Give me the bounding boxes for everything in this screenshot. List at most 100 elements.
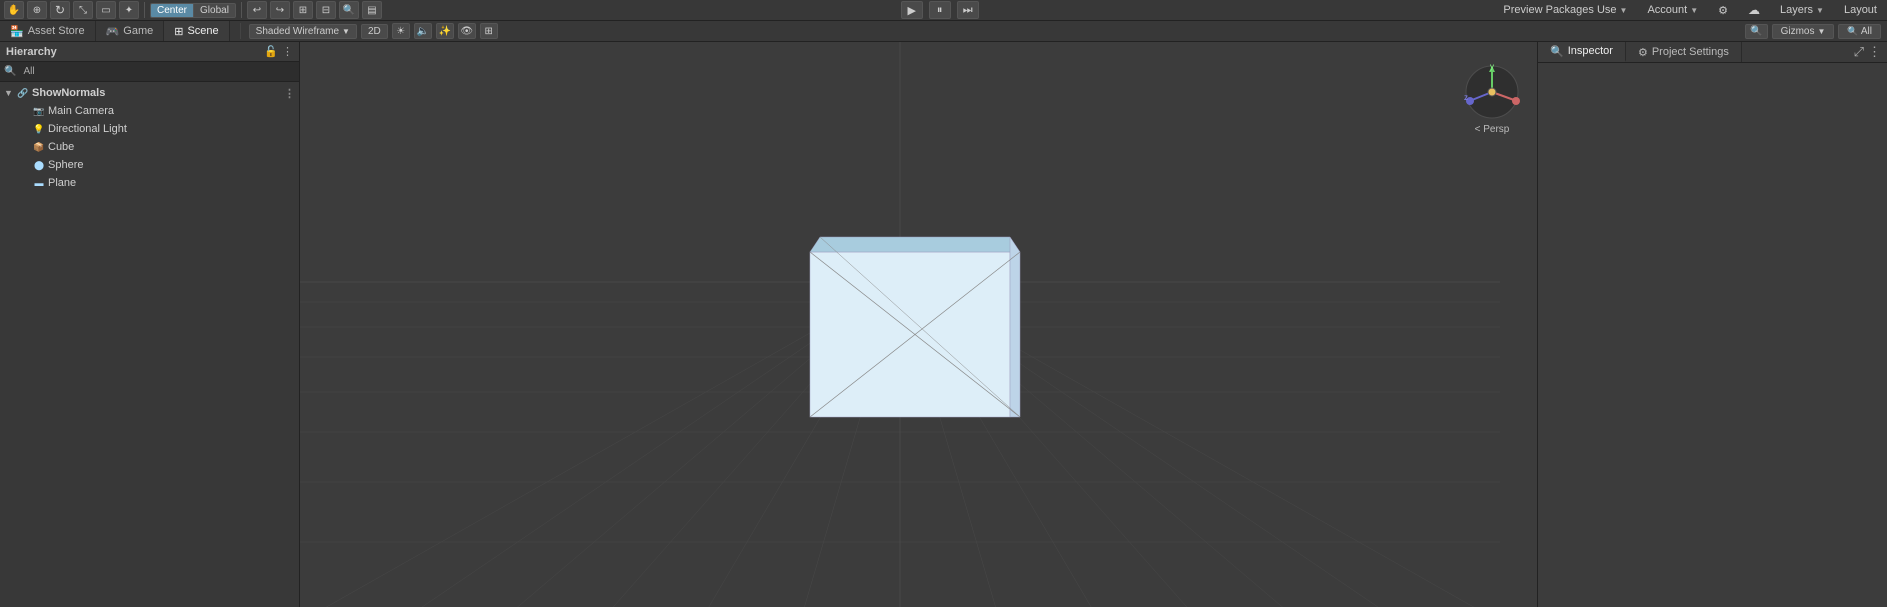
undo-icon: ↩	[253, 5, 261, 16]
layout-btn[interactable]: Layout	[1838, 2, 1883, 18]
rotate-tool-btn[interactable]: ↻	[50, 1, 70, 19]
shading-dropdown[interactable]: Shaded Wireframe ▼	[249, 24, 357, 39]
shading-label: Shaded Wireframe	[256, 26, 339, 37]
separator-1	[144, 2, 145, 18]
gizmos-btn[interactable]: Gizmos ▼	[1772, 24, 1835, 39]
scene-search-icon: 🔍	[1750, 26, 1762, 37]
hierarchy-lock-icon[interactable]: 🔓	[264, 45, 278, 58]
step-btn[interactable]: ⏭	[957, 1, 979, 19]
light-icon: ☀	[396, 26, 405, 37]
toolbar-right: Preview Packages Use ▼ Account ▼ ⚙ ☁ Lay…	[1497, 1, 1883, 19]
scene-fx-btn[interactable]: ✨	[436, 23, 454, 39]
all-btn[interactable]: 🔍 All	[1838, 24, 1881, 39]
gizmo-persp-label: < Persp	[1475, 124, 1510, 135]
scene-gizmo[interactable]: y z < Persp	[1457, 62, 1527, 142]
global-btn[interactable]: Global	[194, 4, 235, 17]
extra-tool-1[interactable]: ⊞	[293, 1, 313, 19]
hierarchy-title: Hierarchy	[6, 46, 57, 58]
hierarchy-more-icon[interactable]: ⋮	[282, 45, 293, 58]
transform-tool-btn[interactable]: ✦	[119, 1, 139, 19]
hierarchy-item-sphere[interactable]: ▶ ⬤ Sphere	[0, 156, 299, 174]
scene-toolbar-right: 🔍 Gizmos ▼ 🔍 All	[1745, 21, 1887, 41]
search-tool-btn[interactable]: 🔍	[339, 1, 359, 19]
extra-tool-2[interactable]: ⊟	[316, 1, 336, 19]
scene-hide-btn[interactable]: 👁	[458, 23, 476, 39]
hierarchy-header-icons: 🔓 ⋮	[264, 45, 293, 58]
tab-project-settings[interactable]: ⚙ Project Settings	[1626, 42, 1742, 62]
rp-more-icon[interactable]: ⋮	[1868, 44, 1881, 60]
center-btn[interactable]: Center	[151, 4, 194, 17]
rp-maximize-icon[interactable]: ⤢	[1854, 44, 1864, 60]
cube-icon: 📦	[32, 140, 46, 154]
scene-audio-btn[interactable]: 🔈	[414, 23, 432, 39]
tab-game[interactable]: 🎮 Game	[96, 21, 165, 41]
right-panel-header: 🔍 Inspector ⚙ Project Settings ⤢ ⋮	[1538, 42, 1887, 63]
tab-asset-store[interactable]: 🏪 Asset Store	[0, 21, 96, 41]
hierarchy-item-main-camera[interactable]: ▶ 📷 Main Camera	[0, 102, 299, 120]
hierarchy-content: ▼ 🔗 ShowNormals ⋮ ▶ 📷 Main Camera ▶ 💡 Di…	[0, 82, 299, 607]
show-normals-arrow: ▼	[4, 88, 14, 98]
settings-icon-btn[interactable]: ⚙	[1712, 2, 1734, 19]
move-icon: ⊕	[33, 5, 41, 16]
tab-inspector[interactable]: 🔍 Inspector	[1538, 42, 1626, 62]
layers-btn[interactable]: Layers ▼	[1774, 2, 1830, 18]
redo-icon: ↪	[276, 5, 284, 16]
cloud-icon: ☁	[1748, 3, 1760, 17]
grid-icon: ⊞	[299, 5, 307, 16]
hand-icon: ✋	[8, 5, 20, 16]
rect-tool-btn[interactable]: ▭	[96, 1, 116, 19]
scale-icon: ⤡	[79, 5, 87, 16]
redo-btn[interactable]: ↪	[270, 1, 290, 19]
pause-btn[interactable]: ⏸	[929, 1, 951, 19]
undo-btn[interactable]: ↩	[247, 1, 267, 19]
all-text: All	[1861, 26, 1872, 37]
preview-packages-btn[interactable]: Preview Packages Use ▼	[1497, 2, 1633, 18]
layout-label: Layout	[1844, 4, 1877, 16]
step-icon: ⏭	[963, 4, 973, 17]
move-tool-btn[interactable]: ⊕	[27, 1, 47, 19]
scale-tool-btn[interactable]: ⤡	[73, 1, 93, 19]
hand-tool-btn[interactable]: ✋	[4, 1, 24, 19]
show-normals-icon: 🔗	[16, 86, 30, 100]
play-btn[interactable]: ▶	[901, 1, 923, 19]
dlight-icon: 💡	[32, 122, 46, 136]
plane-icon: ▬	[32, 176, 46, 190]
transform-icon: ✦	[125, 5, 133, 16]
account-label: Account	[1647, 4, 1687, 16]
hierarchy-search-label: All	[19, 66, 38, 77]
scene-light-btn[interactable]: ☀	[392, 23, 410, 39]
hierarchy-item-directional-light[interactable]: ▶ 💡 Directional Light	[0, 120, 299, 138]
hierarchy-panel: Hierarchy 🔓 ⋮ 🔍 All ▼ 🔗 ShowNormals ⋮ ▶ …	[0, 42, 300, 607]
scene-grid-btn[interactable]: ⊞	[480, 23, 498, 39]
show-normals-more[interactable]: ⋮	[284, 87, 295, 100]
sphere-icon: ⬤	[32, 158, 46, 172]
scene-icon: ⊞	[174, 25, 183, 38]
grid2-icon: ⊞	[485, 26, 493, 37]
gizmos-label: Gizmos	[1781, 26, 1815, 37]
asset-store-label: Asset Store	[28, 25, 85, 37]
right-panel: 🔍 Inspector ⚙ Project Settings ⤢ ⋮	[1537, 42, 1887, 607]
hierarchy-search-icon: 🔍	[4, 66, 16, 77]
account-dropdown-arrow: ▼	[1690, 6, 1698, 15]
rotate-icon: ↻	[55, 3, 65, 17]
gizmos-arrow: ▼	[1818, 27, 1826, 36]
scene-label: Scene	[187, 25, 218, 37]
scene-grid	[300, 42, 1537, 607]
account-btn[interactable]: Account ▼	[1641, 2, 1704, 18]
hierarchy-item-cube[interactable]: ▶ 📦 Cube	[0, 138, 299, 156]
mode-2d-btn[interactable]: 2D	[361, 24, 388, 39]
rect-icon: ▭	[101, 5, 110, 16]
sphere-label: Sphere	[48, 159, 83, 171]
play-icon: ▶	[907, 4, 915, 17]
hierarchy-item-plane[interactable]: ▶ ▬ Plane	[0, 174, 299, 192]
svg-text:z: z	[1464, 93, 1468, 102]
game-icon: 🎮	[106, 25, 120, 38]
cloud-btn[interactable]: ☁	[1742, 1, 1766, 19]
layers-dropdown-arrow: ▼	[1816, 6, 1824, 15]
extra-tool-3[interactable]: ▤	[362, 1, 382, 19]
scene-sep-1	[240, 23, 241, 39]
hierarchy-item-show-normals[interactable]: ▼ 🔗 ShowNormals ⋮	[0, 84, 299, 102]
tab-scene[interactable]: ⊞ Scene	[164, 21, 229, 41]
scene-view[interactable]: y z < Persp	[300, 42, 1537, 607]
search-icon: 🔍	[343, 5, 355, 16]
